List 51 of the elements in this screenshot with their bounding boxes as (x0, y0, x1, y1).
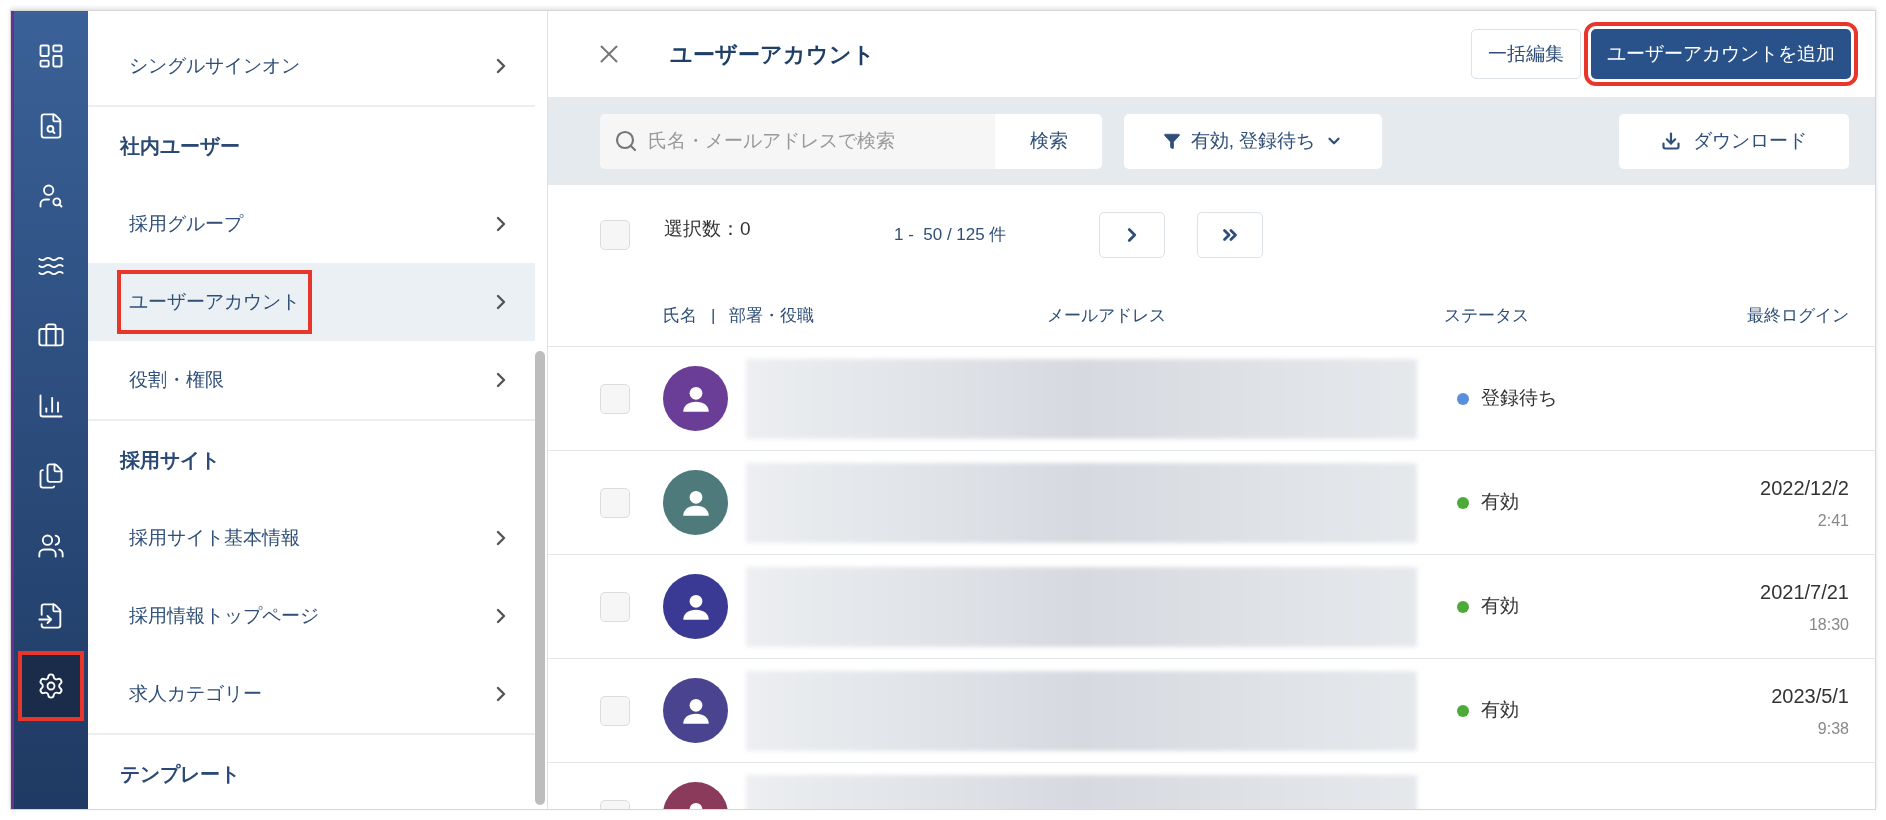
last-login-date: 2023/5/1 (1771, 683, 1849, 709)
sidebar-item-label: 求人カテゴリー (128, 681, 263, 706)
scrollbar-thumb[interactable] (535, 351, 545, 805)
dashboard-icon (37, 42, 65, 70)
sidebar-item[interactable]: ユーザーアカウント (88, 263, 535, 341)
download-icon (1661, 131, 1681, 151)
filter-icon (1162, 132, 1181, 150)
column-header: ステータス (1444, 304, 1530, 327)
rail-button[interactable] (18, 651, 84, 721)
last-login-date: 2021/7/21 (1760, 579, 1849, 605)
checkbox[interactable] (600, 591, 630, 622)
column-header: 部署・役職 (729, 304, 816, 327)
search-button[interactable]: 検索 (995, 113, 1102, 169)
sidebar-item-label: シングルサインオン (128, 53, 301, 78)
checkbox[interactable] (600, 383, 630, 414)
column-header: 氏名 (663, 304, 697, 327)
documents-icon (37, 462, 65, 490)
status-label: 有効 (1481, 698, 1519, 723)
checkbox[interactable] (600, 220, 630, 250)
section-heading: テンプレート (119, 762, 241, 787)
bulk-edit-button[interactable]: 一括編集 (1471, 29, 1581, 79)
last-login-time: 2:41 (1817, 510, 1849, 531)
search-icon (614, 128, 638, 153)
column-header: メールアドレス (1047, 304, 1168, 327)
last-login-time: 9:38 (1817, 718, 1849, 739)
status-filter-dropdown[interactable]: 有効, 登録待ち (1124, 113, 1382, 169)
sidebar-item-label: 採用グループ (128, 211, 245, 236)
download-button[interactable]: ダウンロード (1619, 113, 1849, 169)
checkbox[interactable] (600, 487, 630, 518)
section-heading: 採用サイト (118, 448, 221, 473)
people-icon (37, 532, 65, 560)
status-label: 有効 (1481, 594, 1519, 619)
search-field[interactable]: 氏名・メールアドレスで検索 (600, 113, 995, 169)
person-search-icon (37, 182, 65, 210)
last-login-date: 2022/12/2 (1760, 475, 1849, 501)
status-label: 有効 (1481, 490, 1519, 515)
column-header: 最終ログイン (1747, 304, 1849, 327)
pagination-range: 1 - 50 / 125 件 (894, 224, 1008, 247)
sidebar-item-label: 役割・権限 (128, 367, 225, 392)
checkbox[interactable] (600, 695, 630, 726)
selection-count: 選択数：0 (664, 216, 752, 241)
status-label: 登録待ち (1481, 386, 1557, 411)
settings-icon (37, 672, 65, 700)
column-separator: | (711, 304, 716, 327)
last-login-time: 18:30 (1808, 614, 1849, 635)
bar-chart-icon (37, 392, 65, 420)
sidebar-item-label: 採用情報トップページ (128, 603, 320, 628)
panel-title: ユーザーアカウント (670, 40, 875, 69)
last-page-button[interactable] (1197, 212, 1263, 258)
sidebar-item-label: 採用サイト基本情報 (128, 525, 301, 550)
section-heading: 社内ユーザー (119, 134, 241, 159)
